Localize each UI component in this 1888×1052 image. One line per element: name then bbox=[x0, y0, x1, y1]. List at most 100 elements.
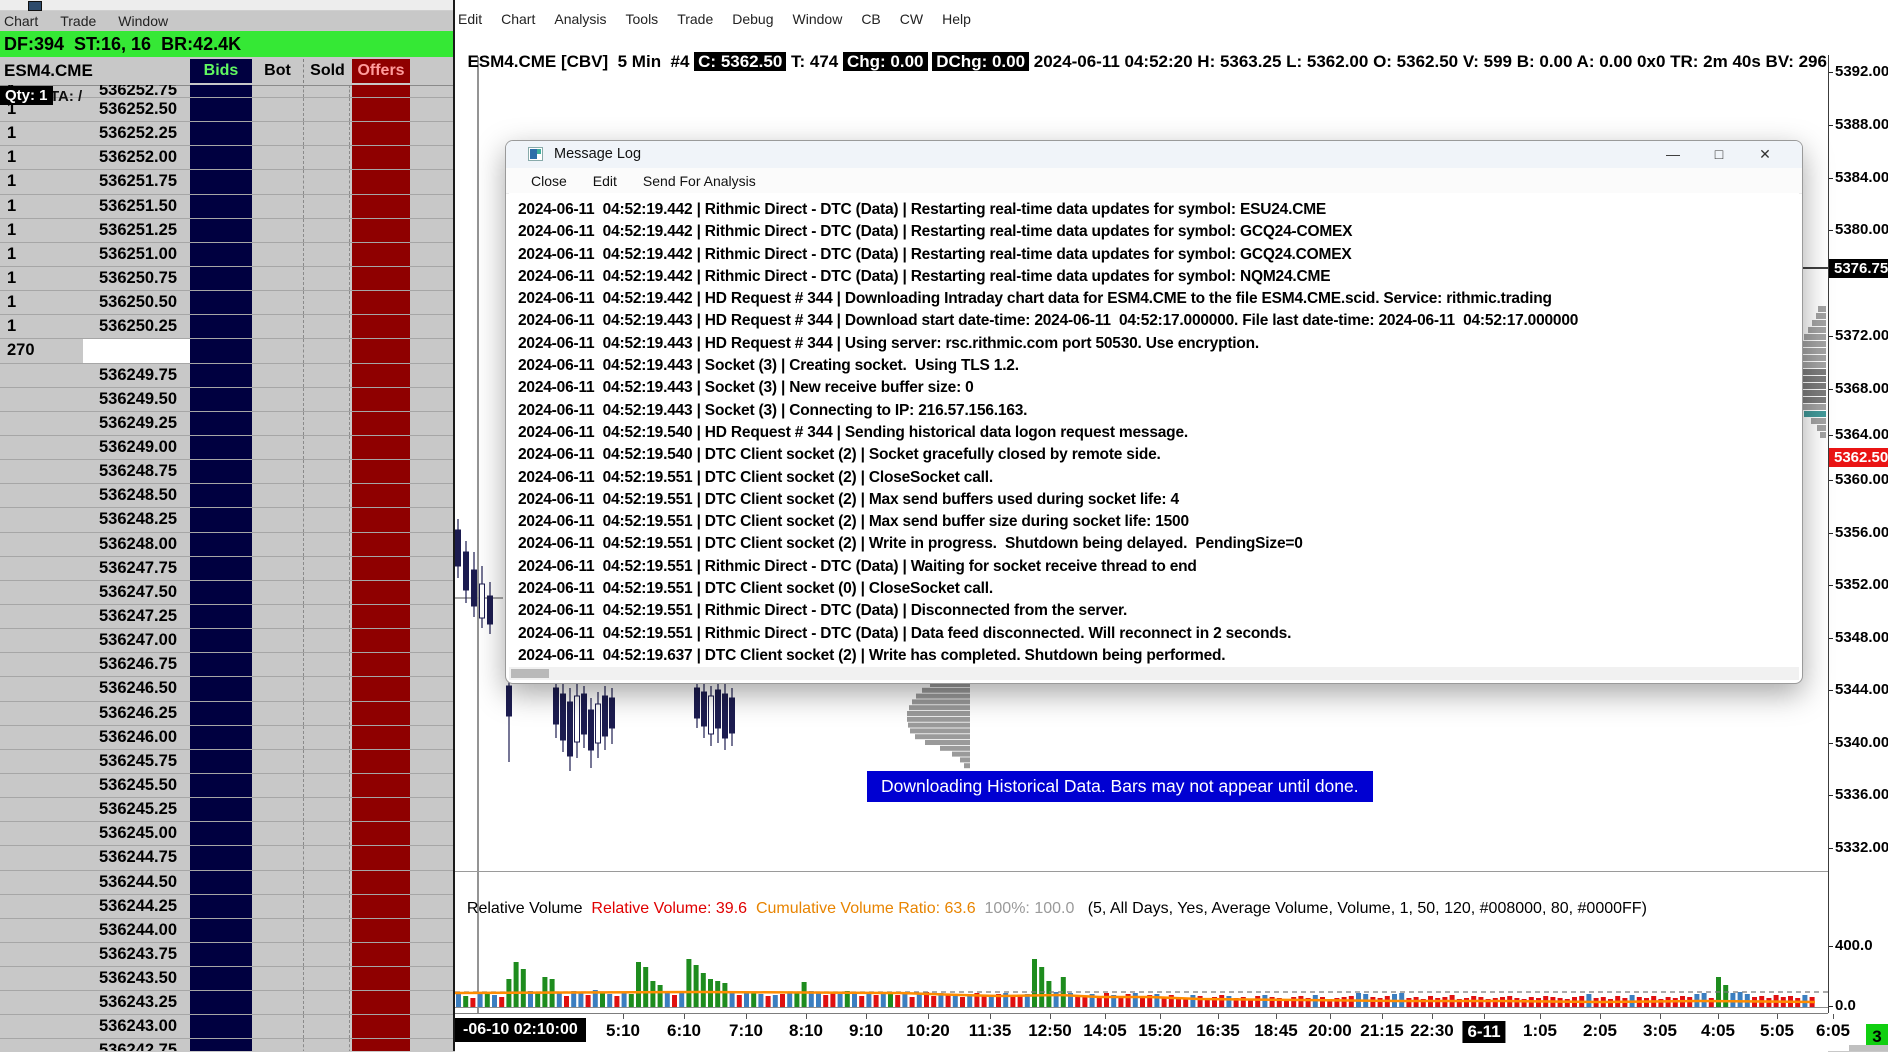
close-button[interactable]: ✕ bbox=[1742, 141, 1788, 168]
ladder-bids-cell[interactable] bbox=[190, 580, 252, 604]
ladder-bids-cell[interactable] bbox=[190, 556, 252, 580]
ladder-offers-cell[interactable] bbox=[352, 701, 410, 725]
ladder-bids-cell[interactable] bbox=[190, 291, 252, 315]
ladder-bids-cell[interactable] bbox=[190, 411, 252, 435]
ladder-price-cell[interactable]: 536245.50 bbox=[83, 774, 190, 797]
ladder-row[interactable]: 536249.00 bbox=[0, 435, 453, 461]
ladder-offers-cell[interactable] bbox=[352, 942, 410, 967]
ladder-price-cell[interactable]: 536252.75 bbox=[83, 85, 190, 99]
ladder-row[interactable]: 536246.25 bbox=[0, 701, 453, 726]
ladder-offers-cell[interactable] bbox=[352, 798, 410, 822]
ladder-price-cell[interactable]: 536247.75 bbox=[83, 557, 190, 580]
chart-menu-item-debug[interactable]: Debug bbox=[732, 11, 773, 27]
ladder-price-cell[interactable]: 536251.75 bbox=[83, 170, 190, 193]
ladder-offers-cell[interactable] bbox=[352, 822, 410, 846]
chart-menu-item-tools[interactable]: Tools bbox=[626, 11, 659, 27]
ladder-bids-cell[interactable] bbox=[190, 435, 252, 460]
ladder-row[interactable]: 536248.50 bbox=[0, 484, 453, 509]
dialog-menu-item-send-for-analysis[interactable]: Send For Analysis bbox=[643, 173, 756, 189]
chart-menu-item-cw[interactable]: CW bbox=[900, 11, 923, 27]
ladder-row[interactable]: 536247.50 bbox=[0, 580, 453, 605]
ladder-price-cell[interactable]: 536244.00 bbox=[83, 919, 190, 942]
ladder-offers-cell[interactable] bbox=[352, 435, 410, 460]
ladder-bids-cell[interactable] bbox=[190, 363, 252, 387]
scrollbar-thumb[interactable] bbox=[511, 669, 549, 678]
ladder-price-cell[interactable]: 536246.75 bbox=[83, 653, 190, 676]
ladder-row[interactable]: 536248.00 bbox=[0, 532, 453, 557]
ladder-row[interactable]: 536246.00 bbox=[0, 725, 453, 750]
ladder-row[interactable]: 1 536250.50 bbox=[0, 291, 453, 316]
ladder-price-cell[interactable]: 536249.00 bbox=[83, 436, 190, 459]
ladder-price-cell[interactable]: 536251.00 bbox=[83, 243, 190, 266]
horizontal-scrollbar[interactable] bbox=[509, 667, 1799, 680]
ladder-menu-item-chart[interactable]: Chart bbox=[4, 13, 38, 29]
ladder-price-cell[interactable]: 536247.25 bbox=[83, 605, 190, 628]
ladder-offers-cell[interactable] bbox=[352, 387, 410, 411]
ladder-bids-cell[interactable] bbox=[190, 315, 252, 339]
ladder-offers-cell[interactable] bbox=[352, 291, 410, 315]
ladder-bids-cell[interactable] bbox=[190, 146, 252, 170]
ladder-price-cell[interactable]: 536248.75 bbox=[83, 460, 190, 483]
ladder-row[interactable]: 536249.75 bbox=[0, 363, 453, 388]
ladder-bids-cell[interactable] bbox=[190, 242, 252, 266]
ladder-bids-cell[interactable] bbox=[190, 653, 252, 677]
ladder-offers-cell[interactable] bbox=[352, 460, 410, 484]
ladder-row[interactable]: 536247.25 bbox=[0, 604, 453, 630]
ladder-offers-cell[interactable] bbox=[352, 653, 410, 677]
maximize-button[interactable]: □ bbox=[1696, 141, 1742, 168]
minimize-button[interactable]: — bbox=[1650, 141, 1696, 168]
ladder-price-cell[interactable]: 536249.50 bbox=[83, 388, 190, 411]
chart-menu-item-help[interactable]: Help bbox=[942, 11, 971, 27]
ladder-bids-cell[interactable] bbox=[190, 604, 252, 629]
ladder-offers-cell[interactable] bbox=[352, 580, 410, 604]
ladder-offers-cell[interactable] bbox=[352, 870, 410, 894]
ladder-price-cell[interactable]: 536252.50 bbox=[83, 98, 190, 121]
chart-menu-item-chart[interactable]: Chart bbox=[501, 11, 535, 27]
ladder-offers-cell[interactable] bbox=[352, 918, 410, 942]
dialog-menu-item-edit[interactable]: Edit bbox=[593, 173, 617, 189]
ladder-price-cell[interactable]: 536248.25 bbox=[83, 508, 190, 531]
ladder-row[interactable]: 536245.50 bbox=[0, 773, 453, 799]
ladder-price-cell[interactable]: 536252.00 bbox=[83, 146, 190, 169]
ladder-bids-cell[interactable] bbox=[190, 170, 252, 194]
ladder-menu-item-trade[interactable]: Trade bbox=[60, 13, 96, 29]
ladder-bids-cell[interactable] bbox=[190, 122, 252, 146]
ladder-row[interactable]: 536244.00 bbox=[0, 918, 453, 943]
ladder-offers-cell[interactable] bbox=[352, 1015, 410, 1039]
ladder-price-cell[interactable]: 536250.75 bbox=[83, 267, 190, 290]
ladder-row[interactable]: 536243.00 bbox=[0, 1015, 453, 1040]
ladder-bids-cell[interactable] bbox=[190, 387, 252, 411]
ladder-row[interactable]: 536244.75 bbox=[0, 846, 453, 871]
ladder-bids-cell[interactable] bbox=[190, 773, 252, 798]
dom-price-ladder[interactable]: 1 536252.75 1 536252.50 1 536252.25 1 536252.00… bbox=[0, 85, 453, 1051]
ladder-offers-cell[interactable] bbox=[352, 339, 410, 363]
ladder-bids-cell[interactable] bbox=[190, 460, 252, 484]
ladder-row[interactable]: 1 536251.25 bbox=[0, 218, 453, 243]
ladder-offers-cell[interactable] bbox=[352, 170, 410, 194]
chart-menu-item-cb[interactable]: CB bbox=[861, 11, 880, 27]
ladder-price-cell[interactable]: 536245.75 bbox=[83, 750, 190, 773]
ladder-bids-cell[interactable] bbox=[190, 894, 252, 918]
ladder-offers-cell[interactable] bbox=[352, 846, 410, 870]
ladder-price-cell[interactable]: 536246.25 bbox=[83, 702, 190, 725]
ladder-bids-cell[interactable] bbox=[190, 725, 252, 749]
ladder-row[interactable]: 1 536251.50 bbox=[0, 194, 453, 219]
ladder-price-cell[interactable] bbox=[83, 339, 190, 363]
chart-menu-item-edit[interactable]: Edit bbox=[458, 11, 482, 27]
ladder-offers-cell[interactable] bbox=[352, 677, 410, 701]
ladder-titlebar[interactable] bbox=[0, 0, 453, 11]
chart-menu-item-trade[interactable]: Trade bbox=[677, 11, 713, 27]
ladder-offers-cell[interactable] bbox=[352, 315, 410, 339]
ladder-row[interactable]: 1 536251.00 bbox=[0, 242, 453, 267]
ladder-bids-cell[interactable] bbox=[190, 967, 252, 991]
ladder-price-cell[interactable]: 536250.50 bbox=[83, 291, 190, 314]
ladder-bids-cell[interactable] bbox=[190, 266, 252, 291]
dialog-titlebar[interactable]: Message Log — □ ✕ bbox=[506, 141, 1802, 168]
ladder-price-cell[interactable]: 536246.00 bbox=[83, 726, 190, 749]
ladder-price-cell[interactable]: 536243.25 bbox=[83, 991, 190, 1014]
ladder-offers-cell[interactable] bbox=[352, 991, 410, 1015]
ladder-offers-cell[interactable] bbox=[352, 629, 410, 653]
ladder-bids-cell[interactable] bbox=[190, 85, 252, 97]
ladder-row[interactable]: 536247.75 bbox=[0, 556, 453, 581]
ladder-price-cell[interactable]: 536247.00 bbox=[83, 629, 190, 652]
